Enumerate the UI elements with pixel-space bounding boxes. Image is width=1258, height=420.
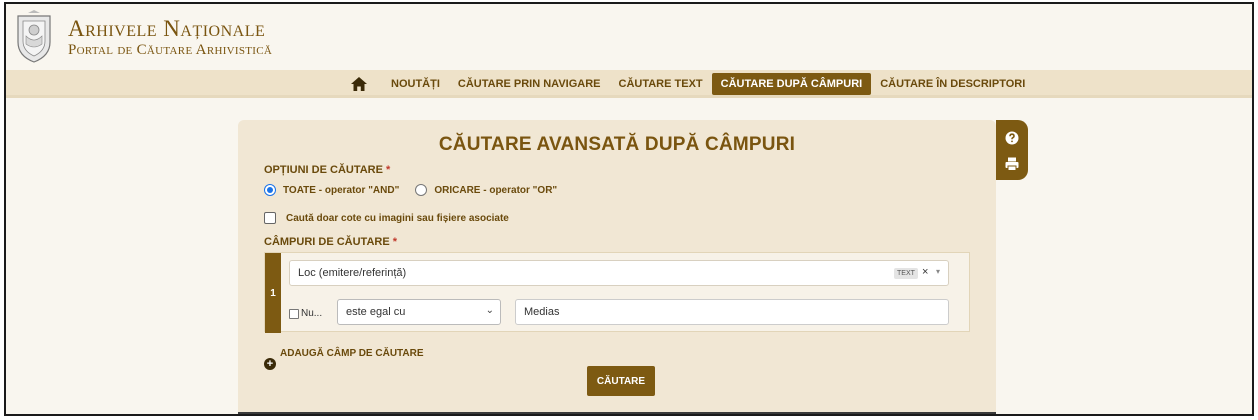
tool-panel — [996, 120, 1028, 180]
nav-item-noutati[interactable]: NOUTĂȚI — [382, 73, 449, 95]
radio-or-label[interactable]: ORICARE - operator "OR" — [434, 185, 557, 196]
home-icon[interactable] — [346, 73, 372, 95]
add-search-field[interactable]: + ADAUGĂ CÂMP DE CĂUTARE — [264, 348, 424, 370]
coat-of-arms-icon[interactable] — [14, 10, 54, 64]
page-title: CĂUTARE AVANSATĂ DUPĂ CÂMPURI — [438, 134, 796, 155]
search-field-row: 1 Loc (emitere/referință) TEXT × ▾ Nu...… — [264, 252, 970, 333]
add-search-field-label[interactable]: ADAUGĂ CÂMP DE CĂUTARE — [280, 348, 424, 359]
plus-circle-icon[interactable]: + — [264, 358, 276, 370]
radio-and-label[interactable]: TOATE - operator "AND" — [283, 185, 399, 196]
required-marker: * — [392, 236, 398, 248]
main-nav: NOUTĂȚI CĂUTARE PRIN NAVIGARE CĂUTARE TE… — [6, 70, 1252, 98]
field-type-badge: TEXT — [894, 268, 918, 279]
panel-bottom-edge — [238, 412, 996, 414]
search-fields-label: CÂMPURI DE CĂUTARE — [264, 236, 390, 248]
nav-item-cautare-dupa-campuri[interactable]: CĂUTARE DUPĂ CÂMPURI — [711, 73, 872, 95]
search-button[interactable]: CĂUTARE — [587, 366, 655, 396]
images-only-option: Caută doar cote cu imagini sau fișiere a… — [264, 212, 509, 224]
search-value-text: Medias — [524, 306, 560, 318]
operator-select[interactable]: este egal cu ⌄ — [337, 299, 501, 325]
field-select[interactable]: Loc (emitere/referință) TEXT × ▾ — [289, 260, 949, 286]
radio-or[interactable] — [415, 184, 428, 196]
brand-subtitle: Portal de Căutare Arhivistică — [68, 42, 273, 58]
nav-item-cautare-text[interactable]: CĂUTARE TEXT — [610, 73, 712, 95]
field-select-value: Loc (emitere/referință) — [298, 267, 407, 279]
clear-icon[interactable]: × — [922, 266, 928, 278]
required-marker: * — [386, 164, 391, 176]
print-icon[interactable] — [1004, 156, 1020, 172]
search-options-heading: OPȚIUNI DE CĂUTARE * — [264, 164, 390, 176]
images-only-checkbox[interactable] — [264, 212, 276, 224]
help-icon[interactable] — [1004, 130, 1020, 146]
negate-checkbox[interactable] — [289, 308, 299, 319]
negate-option: Nu... — [289, 308, 322, 319]
field-index: 1 — [265, 253, 281, 333]
caret-down-icon[interactable]: ▾ — [936, 267, 940, 276]
nav-item-cautare-prin-navigare[interactable]: CĂUTARE PRIN NAVIGARE — [449, 73, 610, 95]
negate-label[interactable]: Nu... — [301, 308, 322, 319]
operator-select-value: este egal cu — [346, 306, 406, 318]
search-fields-heading: CÂMPURI DE CĂUTARE * — [264, 236, 397, 248]
advanced-search-panel: CĂUTARE AVANSATĂ DUPĂ CÂMPURI OPȚIUNI DE… — [238, 120, 996, 414]
radio-and[interactable] — [264, 184, 276, 196]
browser-viewport: Arhivele Naționale Portal de Căutare Arh… — [4, 2, 1254, 416]
chevron-down-icon: ⌄ — [485, 305, 494, 316]
brand-title[interactable]: Arhivele Naționale — [68, 16, 265, 42]
site-header: Arhivele Naționale Portal de Căutare Arh… — [6, 4, 1252, 70]
operator-options: TOATE - operator "AND" ORICARE - operato… — [264, 184, 573, 196]
search-options-label: OPȚIUNI DE CĂUTARE — [264, 164, 383, 176]
nav-item-cautare-in-descriptori[interactable]: CĂUTARE ÎN DESCRIPTORI — [871, 73, 1034, 95]
search-value-input[interactable]: Medias — [515, 299, 949, 325]
images-only-label[interactable]: Caută doar cote cu imagini sau fișiere a… — [286, 213, 509, 224]
